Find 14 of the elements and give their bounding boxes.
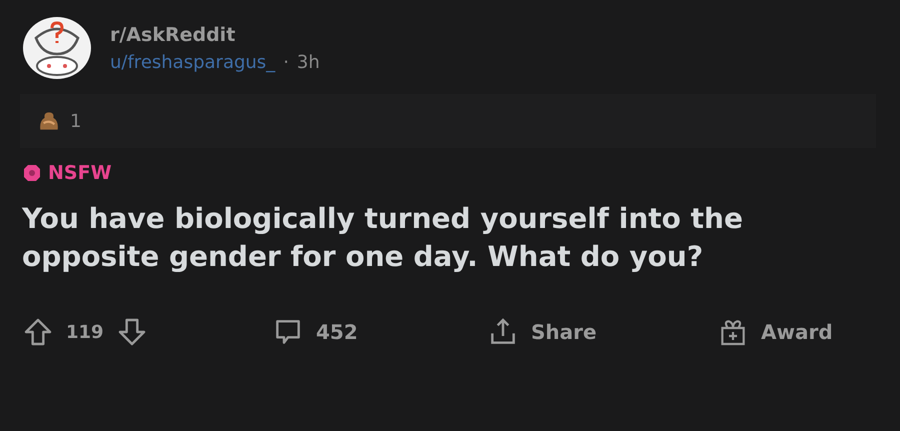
avatar-icon bbox=[22, 16, 92, 80]
upvote-icon[interactable] bbox=[22, 316, 54, 348]
subreddit-name[interactable]: r/AskReddit bbox=[110, 24, 320, 46]
vote-score: 119 bbox=[66, 322, 104, 342]
post-age: 3h bbox=[296, 52, 320, 72]
nsfw-tag: NSFW bbox=[48, 162, 112, 184]
nsfw-icon bbox=[22, 163, 42, 183]
separator-dot: · bbox=[283, 52, 289, 72]
post-title[interactable]: You have biologically turned yourself into the opposite gender for one day. What do you? bbox=[22, 200, 832, 276]
author-link[interactable]: u/freshasparagus_ bbox=[110, 52, 276, 72]
comments-button[interactable]: 452 bbox=[272, 316, 487, 348]
award-button[interactable]: Award bbox=[717, 316, 833, 348]
award-count: 1 bbox=[70, 110, 82, 132]
share-button[interactable]: Share bbox=[487, 316, 717, 348]
